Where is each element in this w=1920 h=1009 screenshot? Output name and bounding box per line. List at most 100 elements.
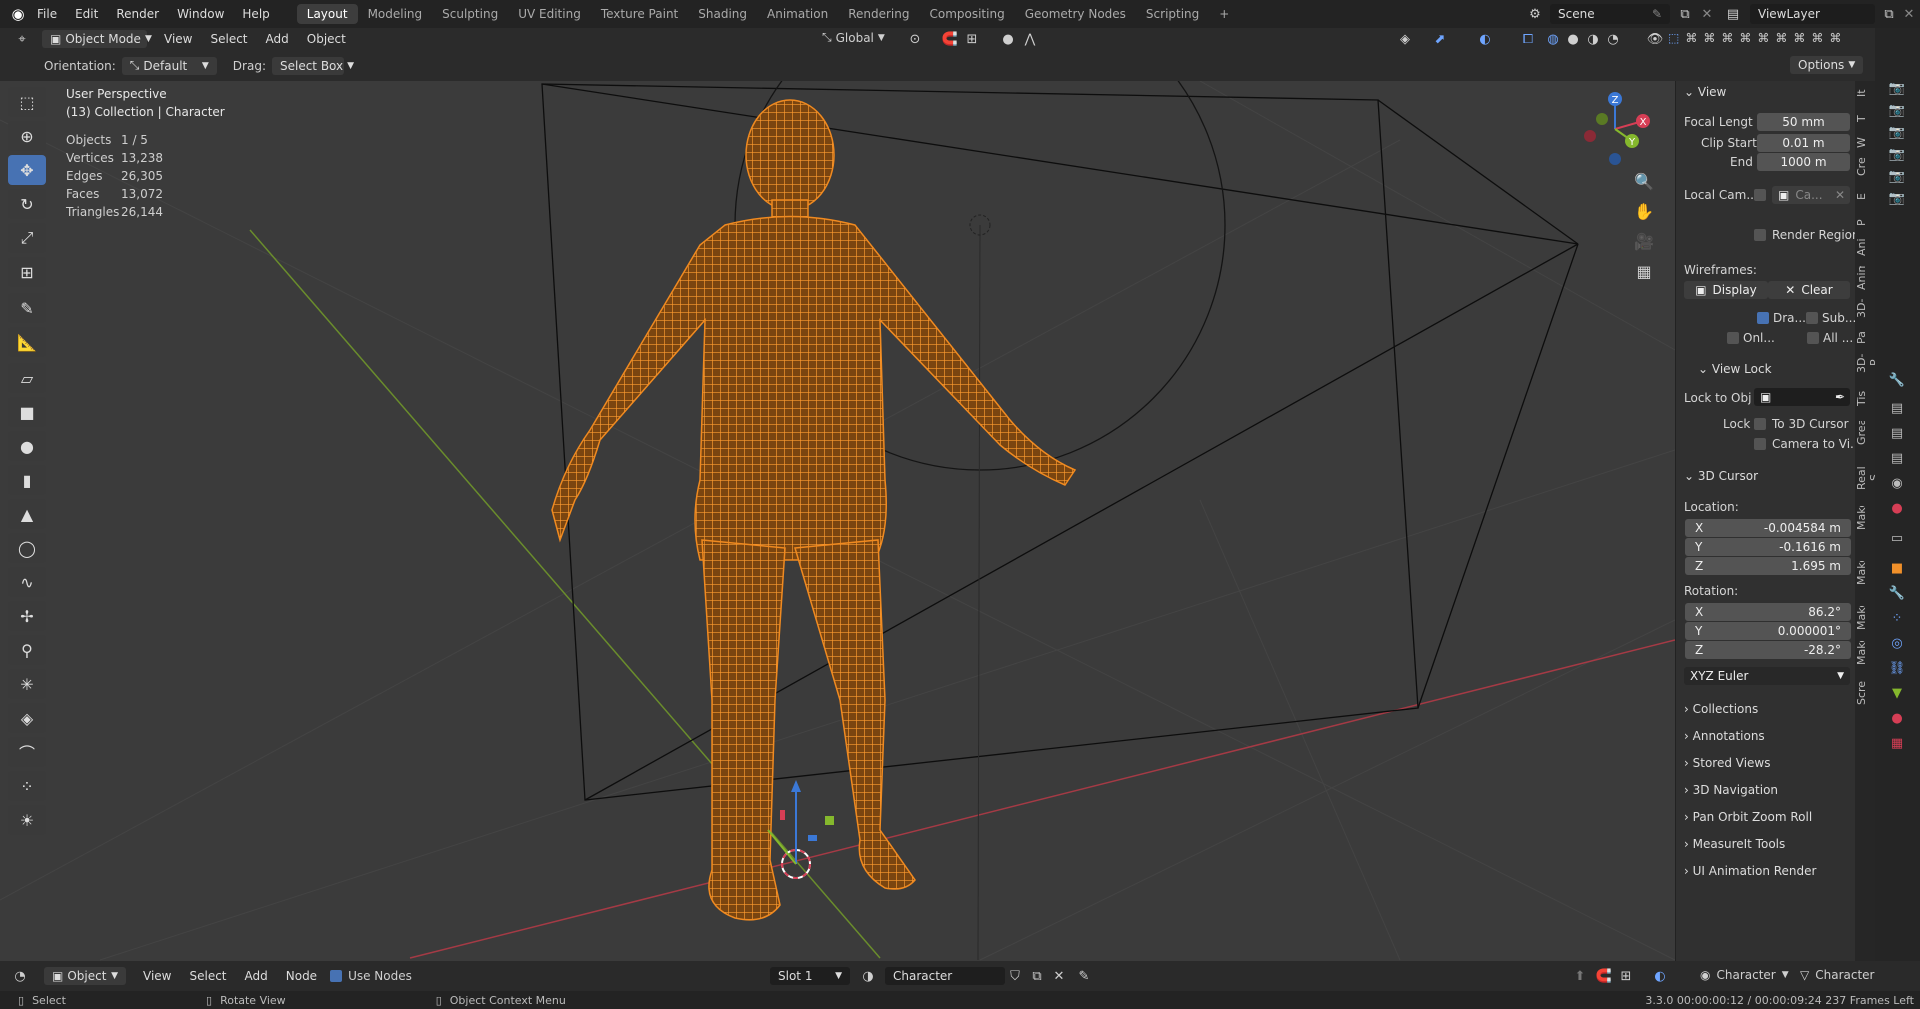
node-menu-add[interactable]: Add (236, 969, 277, 983)
visibility-eye-icon[interactable]: 👁 (1645, 29, 1665, 49)
panel-pan-orbit[interactable]: › Pan Orbit Zoom Roll (1684, 810, 1812, 824)
viewport-scene[interactable] (0, 81, 1675, 961)
shading-wireframe-icon[interactable]: ◍ (1543, 29, 1563, 49)
add-cone-tool[interactable]: ▲ (8, 499, 46, 529)
overlay-toggle-icon[interactable]: ◐ (1475, 29, 1495, 49)
view-section-header[interactable]: ⌄ View (1684, 85, 1726, 99)
menu-file[interactable]: File (28, 7, 66, 21)
falloff-icon[interactable]: ⋀ (1020, 29, 1040, 49)
lock-to-object-field[interactable]: ▣ ✒ (1754, 388, 1850, 406)
filter-icon[interactable]: ⌘ (1757, 31, 1769, 45)
pin-icon[interactable]: ✎ (1074, 966, 1094, 986)
editor-type-icon[interactable]: ◔ (10, 966, 30, 986)
filter-icon[interactable]: ⌘ (1739, 31, 1751, 45)
panel-collections[interactable]: › Collections (1684, 702, 1758, 716)
material-browse-icon[interactable]: ◑ (858, 966, 878, 986)
cursor-rotation-y[interactable]: Y 0.000001° (1685, 622, 1851, 640)
header-menu-add[interactable]: Add (257, 32, 298, 46)
sidebar-tab-it[interactable]: It (1855, 81, 1875, 105)
sidebar-tab-ani[interactable]: Ani (1855, 235, 1875, 259)
render-region-checkbox[interactable] (1754, 229, 1766, 241)
select-box-tool[interactable]: ⬚ (8, 87, 46, 117)
output-props-icon[interactable]: ▤ (1887, 423, 1907, 443)
add-cylinder-tool[interactable]: ▮ (8, 465, 46, 495)
filter-icon[interactable]: ⬚ (1668, 31, 1679, 45)
add-sphere-tool[interactable]: ● (8, 431, 46, 461)
sidebar-tab-maketa[interactable]: MakeTa (1855, 641, 1875, 665)
rotation-mode-dropdown[interactable]: XYZ Euler ▼ (1684, 667, 1850, 685)
pan-hand-icon[interactable]: ✋ (1634, 201, 1654, 221)
clip-start-field[interactable]: 0.01 m (1757, 134, 1850, 152)
editor-type-icon[interactable]: ⌖ (12, 29, 32, 49)
orientation-dropdown[interactable]: ⤡ Default ▼ (121, 56, 217, 75)
eyedropper-icon[interactable]: ✒ (1835, 390, 1845, 404)
xray-icon[interactable]: ⧠ (1518, 29, 1538, 49)
tab-sculpting[interactable]: Sculpting (432, 4, 508, 24)
menu-window[interactable]: Window (168, 7, 233, 21)
3d-cursor-header[interactable]: ⌄ 3D Cursor (1684, 469, 1758, 483)
blender-logo-icon[interactable]: ◉ (8, 4, 28, 24)
scene-icon[interactable]: 📷 (1887, 144, 1907, 164)
tab-layout[interactable]: Layout (296, 4, 358, 24)
sidebar-tab-makeclo[interactable]: MakeClo (1855, 506, 1875, 530)
draw-checkbox[interactable] (1757, 312, 1769, 324)
sidebar-tab-3d-[interactable]: 3D- (1855, 296, 1875, 320)
panel-stored-views[interactable]: › Stored Views (1684, 756, 1771, 770)
zoom-icon[interactable]: 🔍 (1634, 171, 1654, 191)
camera-to-view-checkbox[interactable] (1754, 438, 1766, 450)
remove-view-layer-icon[interactable]: ✕ (1899, 4, 1919, 24)
sidebar-tab-tis[interactable]: Tis (1855, 386, 1875, 410)
sidebar-tab-real-s[interactable]: Real S (1855, 466, 1875, 490)
view-lock-header[interactable]: ⌄ View Lock (1698, 362, 1772, 376)
transform-orientation[interactable]: ⤡ Global ▼ (822, 30, 885, 45)
data-props-icon[interactable]: ▼ (1887, 683, 1907, 703)
collection-props-icon[interactable]: ▭ (1887, 528, 1907, 548)
menu-help[interactable]: Help (233, 7, 278, 21)
add-empty-tool[interactable]: ✳ (8, 669, 46, 699)
tab-modeling[interactable]: Modeling (358, 4, 433, 24)
cursor-rotation-z[interactable]: Z -28.2° (1685, 641, 1851, 659)
gizmo-neg-z-handle[interactable] (1609, 153, 1621, 165)
add-light-tool[interactable]: ☀ (8, 805, 46, 835)
tool-icon[interactable]: 🔧 (1887, 370, 1907, 390)
filter-icon[interactable]: ⌘ (1721, 31, 1733, 45)
view-layer-icon[interactable]: 📷 (1887, 122, 1907, 142)
gizmo-neg-y-handle[interactable] (1596, 113, 1608, 125)
add-bone-tool[interactable]: ⚲ (8, 635, 46, 665)
view-layer-icon[interactable]: ▤ (1723, 4, 1743, 24)
sidebar-tab-pa[interactable]: Pa (1855, 326, 1875, 350)
filter-icon[interactable]: ⌘ (1685, 31, 1697, 45)
scene-type-icon[interactable]: ⚙ (1525, 4, 1545, 24)
filter-icon[interactable]: ⌘ (1811, 31, 1823, 45)
navigation-gizmo[interactable]: Z X Y (1575, 89, 1655, 169)
node-menu-node[interactable]: Node (277, 969, 326, 983)
output-icon[interactable]: 📷 (1887, 100, 1907, 120)
new-scene-icon[interactable]: ⧉ (1675, 4, 1695, 24)
view-layer-props-icon[interactable]: ▤ (1887, 448, 1907, 468)
panel-annotations[interactable]: › Annotations (1684, 729, 1765, 743)
panel-ui-animation-render[interactable]: › UI Animation Render (1684, 864, 1816, 878)
particles-props-icon[interactable]: ⁘ (1887, 608, 1907, 628)
snap-icon[interactable]: 🧲 (1594, 966, 1614, 986)
add-plane-tool[interactable]: ▱ (8, 363, 46, 393)
physics-props-icon[interactable]: ◎ (1887, 633, 1907, 653)
world-icon[interactable]: 📷 (1887, 166, 1907, 186)
sidebar-tab-3d-p[interactable]: 3D-P (1855, 351, 1875, 375)
modifier-props-icon[interactable]: 🔧 (1887, 583, 1907, 603)
panel-3d-navigation[interactable]: › 3D Navigation (1684, 783, 1778, 797)
all-checkbox[interactable] (1807, 332, 1819, 344)
render-props-icon[interactable]: ▤ (1887, 398, 1907, 418)
menu-edit[interactable]: Edit (66, 7, 107, 21)
character-wireframe-mesh[interactable] (551, 99, 1077, 921)
object-selector[interactable]: ◉ Character ▼ (1700, 968, 1789, 982)
unlink-material-icon[interactable]: ✕ (1049, 966, 1069, 986)
mode-selector[interactable]: ▣ Object Mode ▼ (42, 30, 152, 48)
sidebar-tab-screencas[interactable]: Screencas (1855, 681, 1875, 705)
lock-to-cursor-checkbox[interactable] (1754, 418, 1766, 430)
add-armature-tool[interactable]: ✢ (8, 601, 46, 631)
tab-rendering[interactable]: Rendering (838, 4, 919, 24)
add-cube-tool[interactable]: ■ (8, 397, 46, 427)
only-checkbox[interactable] (1727, 332, 1739, 344)
overlay-icon[interactable]: ◐ (1650, 966, 1670, 986)
filter-icon[interactable]: ⌘ (1703, 31, 1715, 45)
